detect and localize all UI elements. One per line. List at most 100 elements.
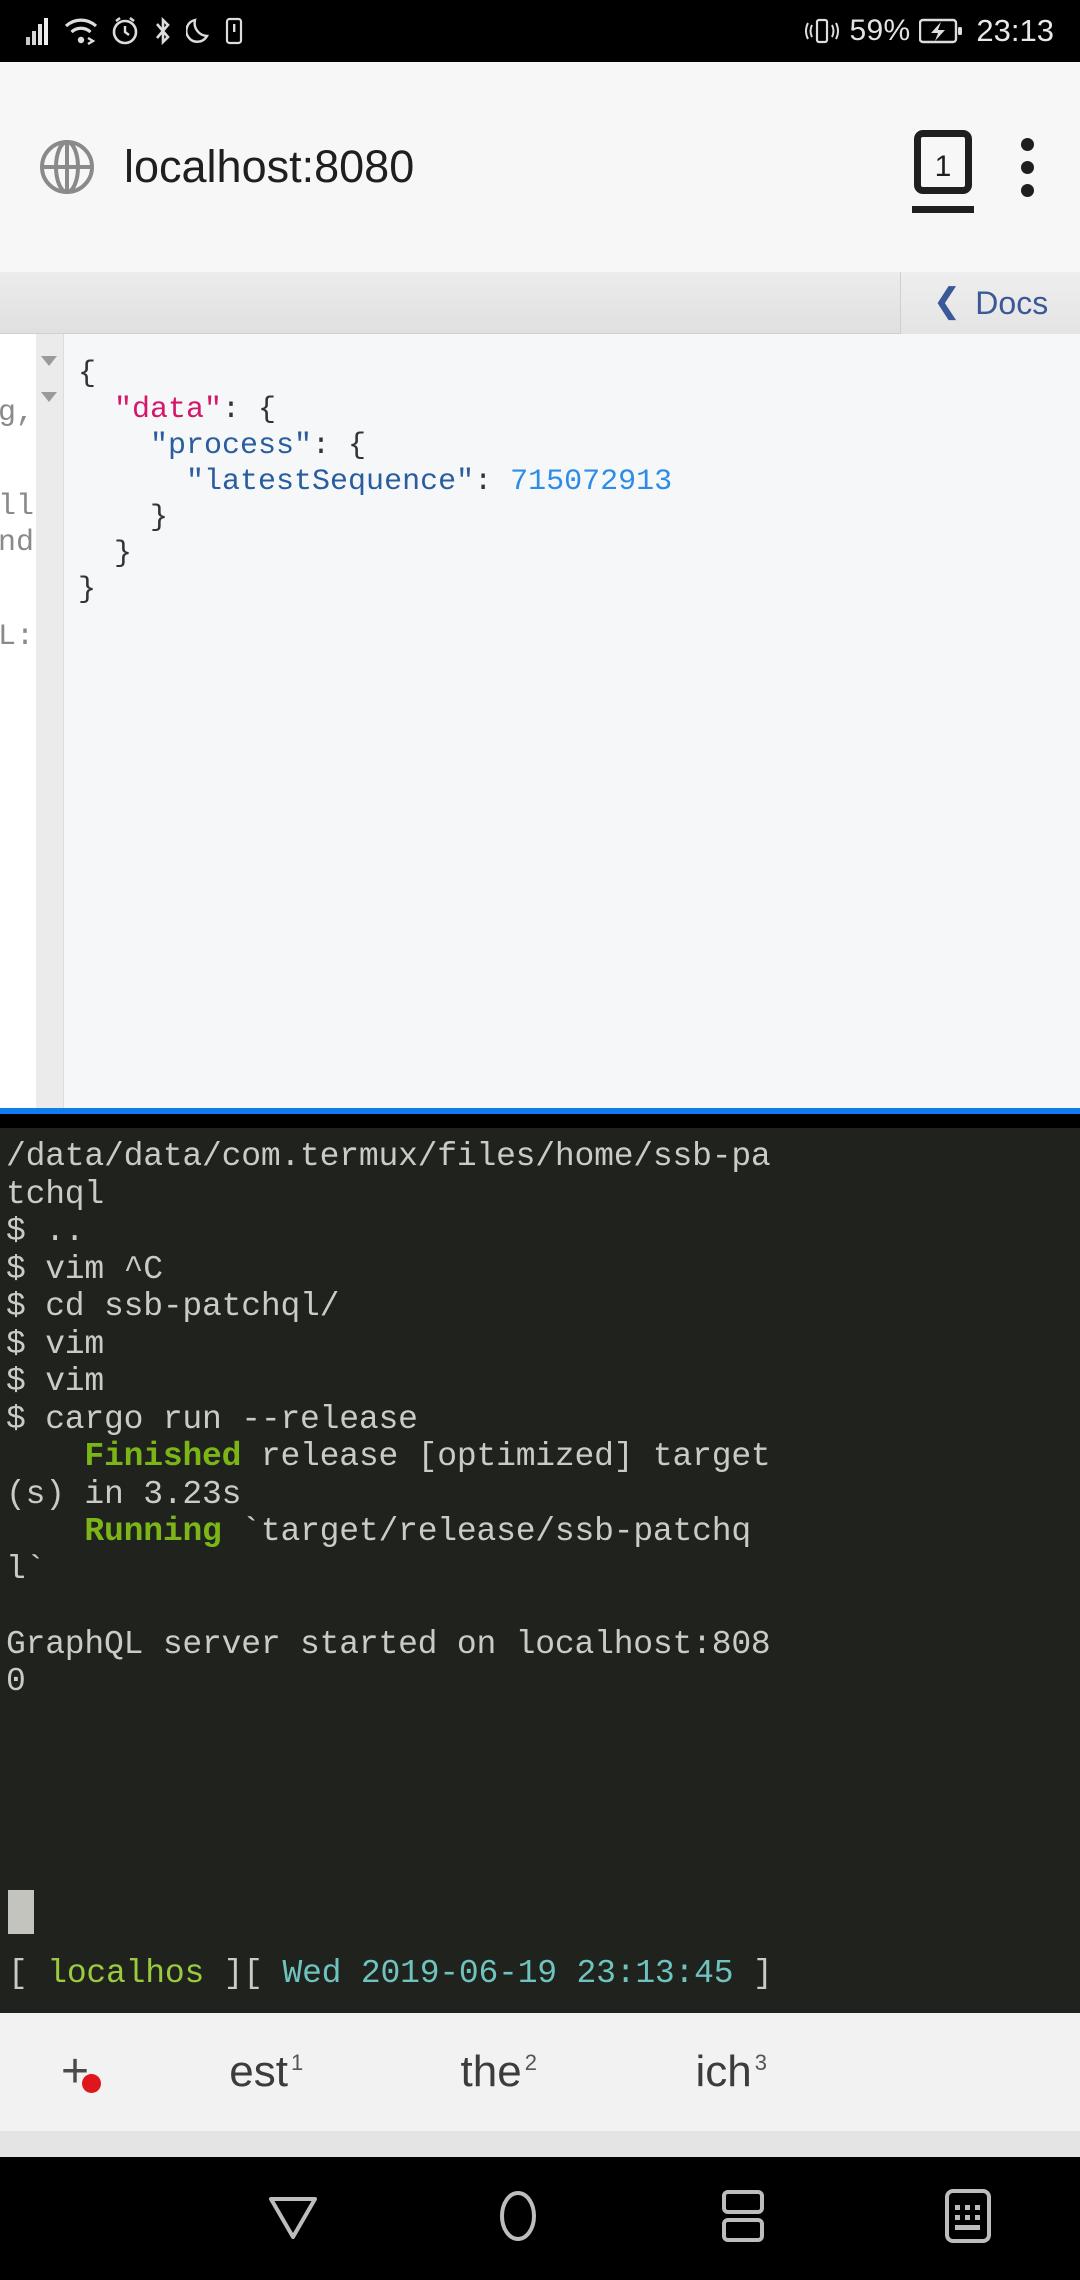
- globe-icon: [36, 136, 98, 198]
- status-bar-right-icons: 59% 23:13: [804, 13, 1054, 49]
- status-open-bracket-1: [: [8, 1955, 48, 1992]
- result-key-data: "data": [114, 393, 223, 427]
- result-line-1: {: [78, 357, 97, 391]
- status-datetime: Wed 2019-06-19 23:13:45: [282, 1955, 734, 1992]
- terminal-line-suffix: `target/release/ssb-patchq: [221, 1513, 751, 1550]
- divider-shadow: [0, 1114, 1080, 1128]
- result-line-2-rest: : {: [222, 393, 277, 427]
- browser-url-bar[interactable]: localhost:8080 1: [0, 62, 1080, 272]
- kebab-dot-2: [1020, 160, 1034, 174]
- query-fragment-3: L:: [0, 620, 34, 654]
- nav-recents-button[interactable]: [630, 2188, 855, 2249]
- back-triangle-icon: [265, 2191, 321, 2246]
- suggestion-3[interactable]: ich 3: [615, 2047, 848, 2097]
- nav-back-button[interactable]: [180, 2191, 405, 2246]
- terminal-line: l`: [6, 1550, 46, 1588]
- fold-arrow-root[interactable]: [41, 356, 57, 366]
- hide-keyboard-icon: [941, 2187, 995, 2250]
- status-close-bracket-1: ][: [204, 1955, 283, 1992]
- tab-count-underline: [912, 206, 974, 213]
- result-key-process: "process": [150, 429, 313, 463]
- terminal-status-line: [ localhos ][ Wed 2019-06-19 23:13:45 ]: [0, 1946, 1080, 2002]
- notification-dot-icon: [82, 2074, 101, 2093]
- home-circle-icon: [492, 2188, 544, 2249]
- alarm-icon: [110, 16, 140, 46]
- terminal-line: 0: [6, 1663, 26, 1700]
- terminal-line-highlight: Finished: [84, 1438, 242, 1475]
- docs-button[interactable]: ❮ Docs: [900, 272, 1080, 334]
- suggestion-1-index: 1: [290, 2050, 304, 2076]
- fold-arrow-data[interactable]: [41, 392, 57, 402]
- android-nav-bar[interactable]: [0, 2157, 1080, 2280]
- terminal-line: $ ..: [6, 1213, 85, 1250]
- terminal-line: $ vim: [6, 1325, 105, 1363]
- add-clipboard-button[interactable]: +: [0, 2048, 150, 2096]
- nav-keyboard-button[interactable]: [855, 2187, 1080, 2250]
- battery-icon: [919, 17, 963, 45]
- chevron-left-icon: ❮: [932, 282, 962, 320]
- suggestion-1-word: est: [229, 2047, 288, 2096]
- kebab-menu-icon[interactable]: [1020, 137, 1034, 197]
- query-result-pane[interactable]: { "data": { "process": { "latestSequence…: [64, 334, 1080, 1108]
- android-status-bar: 59% 23:13: [0, 0, 1080, 62]
- query-fragment-0: g,: [0, 396, 34, 430]
- keyboard-top-strip: [0, 2131, 1080, 2157]
- nav-home-button[interactable]: [405, 2188, 630, 2249]
- terminal-line-suffix: release [optimized] target: [241, 1438, 771, 1475]
- sim-card-icon: [224, 16, 244, 46]
- terminal-line: $ vim ^C: [6, 1250, 163, 1288]
- terminal-line-prefix: [6, 1513, 84, 1550]
- suggestion-2[interactable]: the 2: [383, 2047, 616, 2097]
- suggestion-2-word: the: [460, 2047, 522, 2096]
- suggestion-3-word: ich: [695, 2047, 752, 2096]
- result-line-5: }: [150, 501, 169, 535]
- tab-count-button[interactable]: 1: [910, 130, 976, 213]
- terminal-line-prefix: [6, 1438, 84, 1475]
- terminal-line-highlight: Running: [84, 1513, 222, 1550]
- terminal-line: tchql: [6, 1175, 105, 1213]
- result-fold-gutter[interactable]: [36, 334, 64, 1108]
- wifi-icon: [64, 16, 98, 46]
- result-line-4-sep: :: [474, 465, 511, 499]
- query-fragment-2: nd: [0, 526, 34, 560]
- terminal-line: $ cd ssb-patchql/: [6, 1288, 340, 1325]
- terminal-line: GraphQL server started on localhost:808: [6, 1625, 771, 1663]
- kebab-dot-3: [1020, 183, 1034, 197]
- vibrate-icon: [804, 16, 840, 46]
- terminal-line: /data/data/com.termux/files/home/ssb-pa: [6, 1138, 771, 1175]
- signal-icon: [26, 17, 52, 45]
- graphiql-toolbar: ❮ Docs: [0, 272, 1080, 334]
- battery-percent-label: 59%: [849, 14, 911, 47]
- status-close-bracket-2: ]: [733, 1955, 773, 1992]
- graphiql-app: ❮ Docs g, ll nd L: { "data": { "process"…: [0, 272, 1080, 1108]
- docs-button-label: Docs: [975, 284, 1049, 321]
- kebab-dot-1: [1020, 137, 1034, 151]
- result-key-latestsequence: "latestSequence": [186, 465, 475, 499]
- result-line-7: }: [78, 573, 97, 607]
- recents-icon: [719, 2188, 767, 2249]
- status-bar-clock: 23:13: [976, 13, 1054, 48]
- terminal-cursor: [8, 1890, 34, 1934]
- result-line-6: }: [114, 537, 133, 571]
- termux-terminal[interactable]: /data/data/com.termux/files/home/ssb-pa t…: [0, 1128, 1080, 2013]
- suggestion-2-index: 2: [524, 2050, 537, 2076]
- suggestion-1[interactable]: est 1: [150, 2047, 383, 2097]
- keyboard-suggestion-bar[interactable]: + est 1 the 2 ich 3: [0, 2013, 1080, 2131]
- status-hostname: localhos: [47, 1955, 205, 1992]
- query-editor-sliver[interactable]: g, ll nd L:: [0, 334, 36, 1108]
- suggestion-3-index: 3: [754, 2050, 767, 2076]
- bluetooth-icon: [152, 16, 174, 46]
- url-text[interactable]: localhost:8080: [124, 141, 910, 193]
- status-bar-left-icons: [26, 16, 244, 46]
- terminal-line: Running `target/release/ssb-patchq: [6, 1513, 1080, 1551]
- tab-count-label: 1: [934, 150, 952, 183]
- query-fragment-1: ll: [0, 490, 34, 524]
- terminal-line: (s) in 3.23s: [6, 1475, 242, 1513]
- do-not-disturb-icon: [186, 16, 212, 46]
- result-value-latestsequence: 715072913: [510, 465, 673, 499]
- terminal-line: $ cargo run --release: [6, 1400, 418, 1438]
- terminal-line: Finished release [optimized] target: [6, 1438, 1080, 1476]
- terminal-line: $ vim: [6, 1363, 105, 1400]
- result-line-3-rest: : {: [312, 429, 367, 463]
